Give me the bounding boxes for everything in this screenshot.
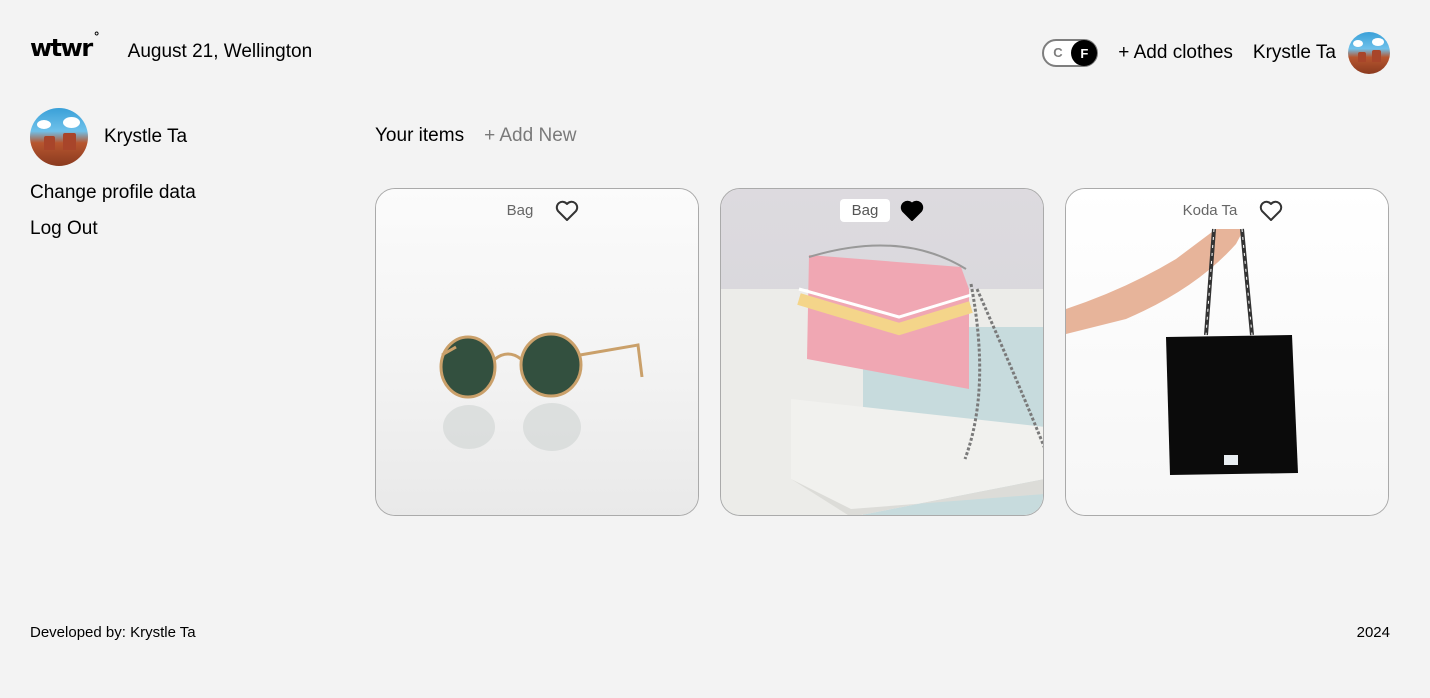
header-actions: C F + Add clothes Krystle Ta	[1042, 32, 1390, 74]
sidebar-profile: Krystle Ta	[30, 108, 330, 166]
pink-handbag-image	[721, 189, 1043, 515]
items-title: Your items	[375, 125, 465, 146]
card-label: Bag	[839, 199, 891, 222]
footer-year: 2024	[1356, 624, 1390, 641]
sunglasses-image	[376, 189, 698, 515]
heart-outline-icon[interactable]	[1259, 200, 1283, 222]
black-tote-image	[1066, 189, 1388, 515]
add-new-button[interactable]: + Add New	[484, 125, 576, 147]
header-avatar[interactable]	[1348, 32, 1390, 74]
sidebar: Krystle Ta Change profile data Log Out	[30, 108, 330, 240]
card-header: Koda Ta	[1066, 199, 1388, 222]
item-card[interactable]: Koda Ta	[1065, 188, 1389, 516]
logo[interactable]: wtwr °	[30, 30, 100, 62]
header-username[interactable]: Krystle Ta	[1253, 42, 1336, 64]
sidebar-avatar	[30, 108, 88, 166]
items-section: Your items + Add New Bag Bag Koda Ta	[375, 124, 1390, 516]
item-card[interactable]: Bag	[720, 188, 1044, 516]
footer-developer: Developed by: Krystle Ta	[30, 624, 196, 641]
items-list: Bag Bag Koda Ta	[375, 188, 1389, 516]
date-location: August 21, Wellington	[127, 41, 313, 62]
add-clothes-button[interactable]: + Add clothes	[1118, 42, 1233, 64]
card-header: Bag	[721, 199, 1043, 222]
temperature-unit-toggle[interactable]: C F	[1042, 39, 1099, 67]
heart-filled-icon[interactable]	[900, 200, 924, 222]
items-header: Your items + Add New	[375, 124, 1390, 148]
item-card[interactable]: Bag	[375, 188, 699, 516]
logout-link[interactable]: Log Out	[30, 218, 330, 240]
logo-text: wtwr	[30, 34, 93, 62]
card-label: Koda Ta	[1182, 202, 1238, 219]
heart-outline-icon[interactable]	[555, 200, 579, 222]
card-header: Bag	[376, 199, 698, 222]
header: wtwr ° August 21, Wellington C F + Add cl…	[30, 30, 1390, 76]
toggle-knob-f: F	[1071, 40, 1098, 66]
toggle-label-c: C	[1053, 45, 1063, 60]
card-label: Bag	[506, 202, 534, 219]
sidebar-username: Krystle Ta	[104, 126, 188, 147]
logo-mark: °	[93, 30, 100, 44]
change-profile-link[interactable]: Change profile data	[30, 182, 330, 204]
